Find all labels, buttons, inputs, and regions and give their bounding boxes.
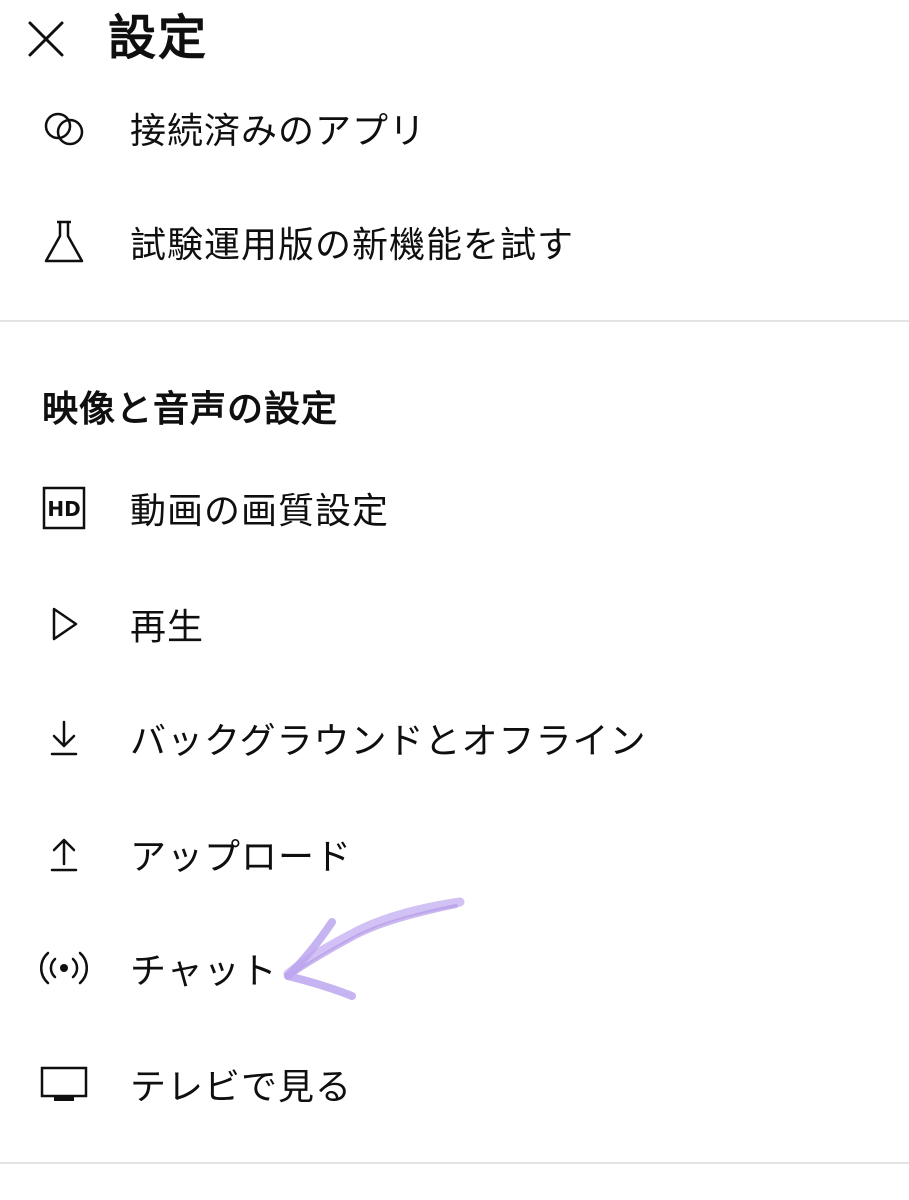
menu-item-label: 接続済みのアプリ <box>130 111 427 152</box>
menu-item-background-offline[interactable]: バックグラウンドとオフライン <box>0 688 909 788</box>
section-divider <box>0 1162 909 1164</box>
app-header: 設定 <box>0 0 909 80</box>
hd-icon: HD <box>34 478 94 538</box>
section-heading: 映像と音声の設定 <box>42 389 339 430</box>
menu-item-connected-apps[interactable]: 接続済みのアプリ <box>0 78 909 178</box>
svg-text:HD: HD <box>47 497 80 521</box>
broadcast-icon <box>34 938 94 998</box>
download-icon <box>34 708 94 768</box>
menu-item-label: アップロード <box>130 837 353 878</box>
menu-item-label: チャット <box>130 951 278 992</box>
close-icon <box>28 21 64 57</box>
menu-item-video-quality[interactable]: HD 動画の画質設定 <box>0 458 909 558</box>
menu-item-experimental-features[interactable]: 試験運用版の新機能を試す <box>0 192 909 292</box>
menu-item-playback[interactable]: 再生 <box>0 574 909 674</box>
play-icon <box>34 594 94 654</box>
menu-item-watch-on-tv[interactable]: テレビで見る <box>0 1034 909 1134</box>
menu-item-upload[interactable]: アップロード <box>0 804 909 904</box>
menu-item-label: 再生 <box>130 607 205 648</box>
menu-item-label: バックグラウンドとオフライン <box>130 721 647 762</box>
page-title: 設定 <box>108 10 209 66</box>
upload-icon <box>34 824 94 884</box>
menu-item-chat[interactable]: チャット <box>0 918 909 1018</box>
tv-icon <box>34 1054 94 1114</box>
flask-icon <box>34 212 94 272</box>
overlapping-circles-icon <box>34 98 94 158</box>
menu-item-label: テレビで見る <box>130 1067 353 1108</box>
section-divider <box>0 320 909 322</box>
menu-item-label: 動画の画質設定 <box>130 491 390 532</box>
menu-item-label: 試験運用版の新機能を試す <box>130 225 575 266</box>
close-button[interactable] <box>26 19 66 59</box>
